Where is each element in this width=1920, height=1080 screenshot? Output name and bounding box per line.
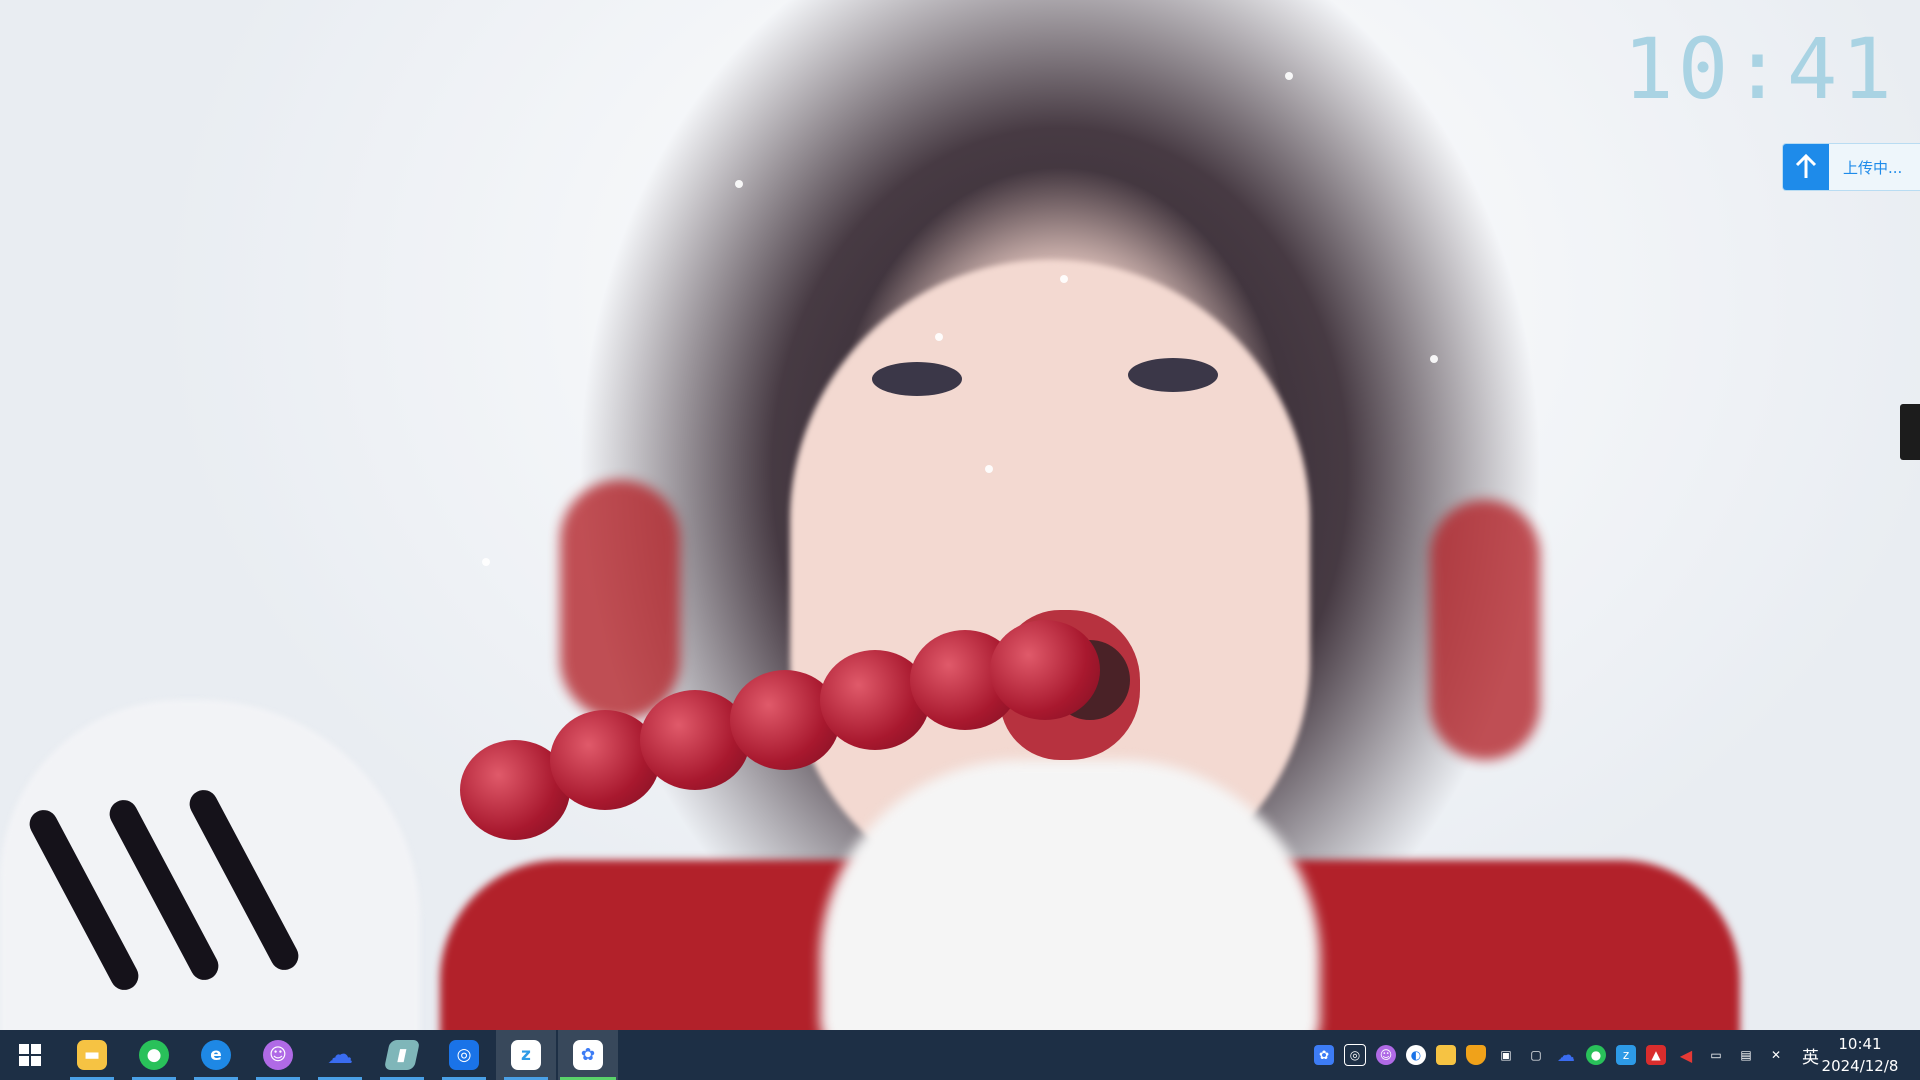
red-app-tray-icon[interactable]: ▲ (1646, 1045, 1666, 1065)
shield-tray-icon[interactable] (1466, 1045, 1486, 1065)
browser-tray-icon[interactable]: z (1616, 1045, 1636, 1065)
app-tray-icon[interactable]: ◐ (1406, 1045, 1426, 1065)
netdisk-icon: ✿ (573, 1040, 603, 1070)
taskbar-app-notes[interactable]: ▮ (372, 1030, 432, 1080)
taskbar-date: 2024/12/8 (1821, 1057, 1899, 1075)
edge-icon: e (201, 1040, 231, 1070)
upload-progress-widget[interactable]: 上传中... (1782, 143, 1920, 191)
browser-icon: z (511, 1040, 541, 1070)
snowflake (482, 558, 490, 566)
taskbar: ▬ ● e ☺ ☁ ▮ ◎ z ✿ ✿ ◎ ☺ ◐ ▣ ▢ ☁ ● z ▲ ◀ … (0, 1030, 1920, 1080)
cloud-tray-icon[interactable]: ☁ (1556, 1045, 1576, 1066)
snowflake (1430, 355, 1438, 363)
capture-icon: ◎ (449, 1040, 479, 1070)
arrow-up-icon (1783, 144, 1829, 190)
network-tray-icon[interactable]: ▤ (1736, 1045, 1756, 1065)
wallpaper-hood-lining (1430, 500, 1540, 760)
taskbar-app-browser[interactable]: z (496, 1030, 556, 1080)
snowflake (1285, 72, 1293, 80)
cat-tray-icon[interactable]: ☺ (1376, 1045, 1396, 1065)
snowflake (735, 180, 743, 188)
taskbar-time: 10:41 (1838, 1035, 1882, 1053)
start-button[interactable] (0, 1030, 60, 1080)
display-tray-icon[interactable]: ▣ (1496, 1045, 1516, 1065)
wechat-tray-icon[interactable]: ● (1586, 1045, 1606, 1065)
mute-tray-icon[interactable]: ✕ (1766, 1045, 1786, 1065)
desktop-clock-widget: 10:41 (1623, 20, 1896, 118)
taskbar-app-edge[interactable]: e (186, 1030, 246, 1080)
capture-tray-icon[interactable]: ◎ (1344, 1044, 1366, 1066)
taskbar-app-capture[interactable]: ◎ (434, 1030, 494, 1080)
wechat-icon: ● (139, 1040, 169, 1070)
taskbar-clock[interactable]: 10:41 2024/12/8 (1810, 1033, 1910, 1077)
notes-icon: ▮ (383, 1040, 421, 1070)
taskbar-app-netdisk[interactable]: ✿ (558, 1030, 618, 1080)
folder-tray-icon[interactable] (1436, 1045, 1456, 1065)
system-tray: ✿ ◎ ☺ ◐ ▣ ▢ ☁ ● z ▲ ◀ ▭ ▤ ✕ 英 (1314, 1030, 1819, 1080)
netdisk-tray-icon[interactable]: ✿ (1314, 1045, 1334, 1065)
snowflake (985, 465, 993, 473)
snowflake (935, 333, 943, 341)
folder-icon: ▬ (77, 1040, 107, 1070)
wallpaper-eye (872, 362, 962, 396)
upload-status-text: 上传中... (1843, 158, 1903, 177)
wallpaper-haw (990, 620, 1100, 720)
side-panel-handle[interactable] (1900, 404, 1920, 460)
battery-tray-icon[interactable]: ▭ (1706, 1045, 1726, 1065)
desktop-wallpaper (0, 0, 1920, 1030)
window-tray-icon[interactable]: ▢ (1526, 1045, 1546, 1065)
wallpaper-candied-haws (460, 620, 1100, 840)
cat-icon: ☺ (263, 1040, 293, 1070)
taskbar-app-cloud[interactable]: ☁ (310, 1030, 370, 1080)
snowflake (1060, 275, 1068, 283)
taskbar-app-wechat[interactable]: ● (124, 1030, 184, 1080)
taskbar-app-cat[interactable]: ☺ (248, 1030, 308, 1080)
cloud-icon: ☁ (327, 1040, 353, 1070)
wallpaper-eye (1128, 358, 1218, 392)
speaker-tray-icon[interactable]: ◀ (1676, 1045, 1696, 1065)
windows-start-icon (19, 1044, 41, 1066)
taskbar-app-file-explorer[interactable]: ▬ (62, 1030, 122, 1080)
